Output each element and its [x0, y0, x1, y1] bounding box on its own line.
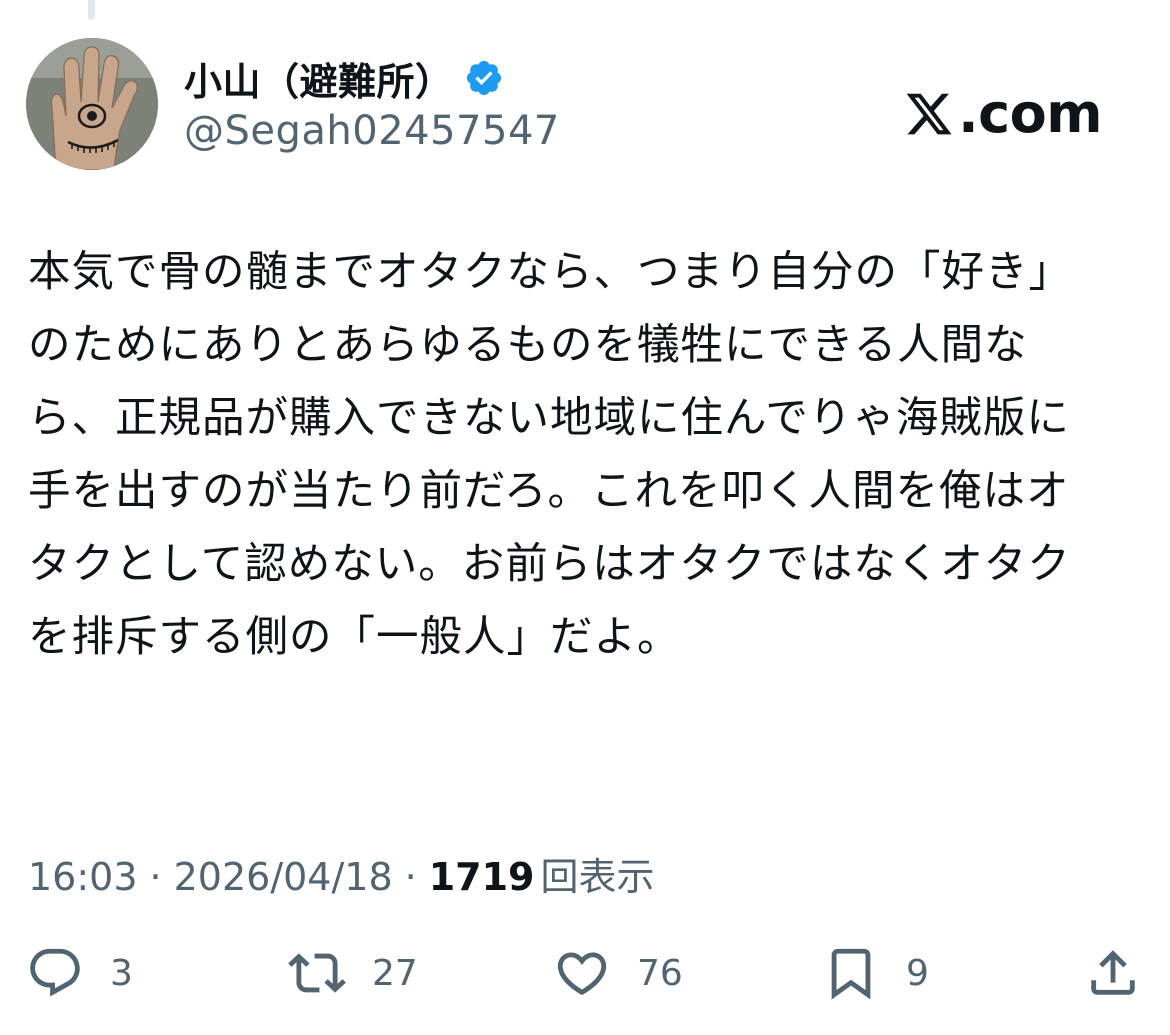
views-count[interactable]: 1719 — [429, 855, 535, 899]
x-com-brand: .com — [904, 82, 1102, 145]
meta-separator: · — [149, 855, 162, 899]
meta-separator: · — [404, 855, 417, 899]
retweet-button[interactable]: 27 — [288, 936, 418, 1010]
bookmark-icon — [831, 948, 871, 1000]
views-label: 回表示 — [540, 855, 655, 899]
like-count: 76 — [637, 952, 683, 994]
avatar[interactable] — [26, 38, 158, 170]
reply-count: 3 — [110, 952, 133, 994]
thread-connector-line — [88, 0, 95, 20]
tweet-meta: 16:03 · 2026/04/18 · 1719 回表示 — [28, 846, 655, 901]
avatar-image — [26, 38, 158, 170]
retweet-count: 27 — [372, 952, 418, 994]
heart-icon — [557, 952, 607, 996]
reply-icon — [30, 948, 80, 997]
bookmark-count: 9 — [906, 952, 929, 994]
brand-domain-text: .com — [958, 82, 1102, 145]
share-icon — [1091, 950, 1135, 995]
x-logo-icon — [904, 89, 954, 139]
author-name-row: 小山（避難所） — [184, 50, 504, 106]
tweet-header: 小山（避難所） @Segah02457547 .com — [26, 38, 1126, 178]
tweet-time[interactable]: 16:03 — [28, 855, 138, 899]
tweet-date[interactable]: 2026/04/18 — [174, 855, 393, 899]
tweet-text: 本気で骨の髄までオタクなら、つまり自分の「好き」のためにありとあらゆるものを犠牲… — [28, 248, 1073, 662]
share-button[interactable] — [1084, 936, 1142, 1010]
bookmark-button[interactable]: 9 — [822, 936, 929, 1010]
verified-badge-icon[interactable] — [464, 58, 504, 98]
author-display-name[interactable]: 小山（避難所） — [184, 51, 454, 106]
like-button[interactable]: 76 — [553, 936, 683, 1010]
reply-button[interactable]: 3 — [26, 936, 133, 1010]
retweet-icon — [288, 953, 346, 993]
author-handle[interactable]: @Segah02457547 — [184, 108, 560, 154]
tweet-action-bar: 3 27 76 9 — [0, 936, 1170, 1016]
